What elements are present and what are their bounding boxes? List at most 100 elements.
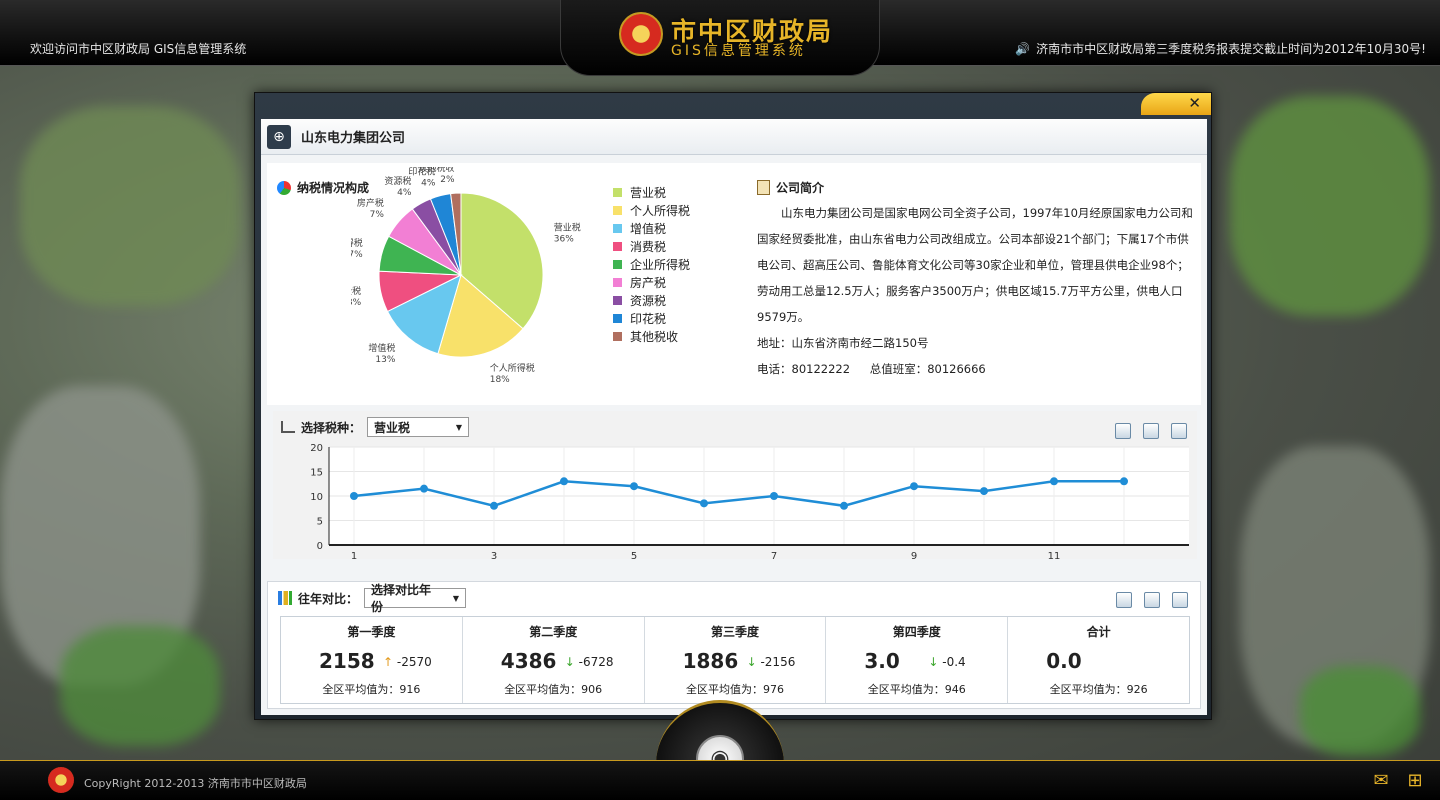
trend-point[interactable] bbox=[910, 482, 918, 491]
print-icon[interactable] bbox=[1144, 592, 1160, 608]
legend-label: 企业所得税 bbox=[630, 257, 691, 272]
quarter-delta: -2570 bbox=[396, 655, 432, 669]
intro-phone: 电话：80122222 bbox=[757, 362, 851, 376]
trend-point[interactable] bbox=[1050, 477, 1058, 486]
quarter-column: 合计 0.0 全区平均值为：926 bbox=[1008, 617, 1189, 703]
company-detail-dialog: ✕ ⊕ 山东电力集团公司 纳税情况构成 营业税 36% 个人所得税 18% 增值税 13%… bbox=[254, 92, 1212, 720]
image-icon[interactable] bbox=[1172, 592, 1188, 608]
speaker-icon: 🔊 bbox=[1015, 41, 1031, 56]
company-name: 山东电力集团公司 bbox=[301, 131, 406, 146]
trend-point[interactable] bbox=[490, 501, 498, 510]
export-icon[interactable] bbox=[1116, 592, 1132, 608]
legend-item[interactable]: 消费税 bbox=[613, 237, 690, 255]
legend-label: 资源税 bbox=[630, 293, 667, 308]
compare-year-select[interactable]: 选择对比年份 ▼ bbox=[364, 583, 467, 614]
print-icon[interactable] bbox=[1143, 423, 1159, 439]
quarter-average: 全区平均值为：926 bbox=[1049, 683, 1148, 696]
quarter-column: 第四季度 3.0 ↓ -0.4 全区平均值为：946 bbox=[826, 617, 1009, 703]
logo-area: 市中区财政局 GIS信息管理系统 bbox=[560, 0, 880, 76]
trend-point[interactable] bbox=[770, 492, 778, 500]
pie-label-pct: 36% bbox=[554, 235, 574, 245]
quarter-column: 第三季度 1886 ↓ -2156 全区平均值为：976 bbox=[645, 617, 827, 703]
pie-label-pct: 4% bbox=[421, 178, 436, 188]
close-icon: ✕ bbox=[1188, 94, 1201, 112]
quarter-header: 第四季度 bbox=[892, 625, 941, 639]
trend-point[interactable] bbox=[420, 484, 428, 493]
quarter-change: ↑ -2570 bbox=[383, 655, 432, 669]
legend-item[interactable]: 房产税 bbox=[613, 273, 690, 291]
quarter-value: 4386 bbox=[500, 649, 557, 673]
quarter-change: ↓ -6728 bbox=[565, 655, 614, 669]
trend-toolbar: 选择税种： 营业税 ▼ bbox=[281, 417, 470, 437]
quarter-delta: -6728 bbox=[578, 655, 614, 669]
grid-icon[interactable]: ⊞ bbox=[1404, 771, 1426, 791]
legend-label: 印花税 bbox=[630, 311, 667, 326]
pie-label-pct: 18% bbox=[490, 375, 510, 385]
compare-actions bbox=[1116, 592, 1188, 608]
intro-contact: 电话：80122222 总值班室：80126666 bbox=[757, 356, 1197, 382]
quarter-column: 第二季度 4386 ↓ -6728 全区平均值为：906 bbox=[463, 617, 645, 703]
pie-label-pct: 7% bbox=[370, 210, 385, 220]
national-emblem-icon bbox=[619, 12, 663, 56]
bar-chart-icon bbox=[278, 591, 292, 605]
legend-swatch bbox=[613, 223, 622, 233]
y-tick-label: 20 bbox=[310, 443, 323, 454]
export-icon[interactable] bbox=[1115, 423, 1131, 439]
chevron-down-icon: ▼ bbox=[452, 593, 460, 603]
quarter-value: 1886 bbox=[682, 649, 739, 673]
notice-marquee[interactable]: 🔊 济南市市中区财政局第三季度税务报表提交截止时间为2012年10月30号! bbox=[1015, 40, 1426, 57]
legend-item[interactable]: 其他税收 bbox=[613, 327, 690, 345]
tax-type-select[interactable]: 营业税 ▼ bbox=[367, 417, 470, 437]
trend-point[interactable] bbox=[630, 482, 638, 491]
trend-point[interactable] bbox=[700, 499, 708, 508]
y-tick-label: 10 bbox=[310, 492, 323, 503]
company-title-bar: ⊕ 山东电力集团公司 bbox=[261, 119, 1207, 155]
image-icon[interactable] bbox=[1171, 423, 1187, 439]
legend-item[interactable]: 个人所得税 bbox=[613, 201, 690, 219]
close-button[interactable]: ✕ bbox=[1141, 93, 1211, 115]
arrow-down-icon: ↓ bbox=[564, 655, 579, 669]
x-tick-label: 7 bbox=[771, 551, 777, 559]
quarter-header: 第三季度 bbox=[710, 625, 759, 639]
quarter-value: 3.0 bbox=[864, 649, 900, 673]
quarter-comparison-table: 第一季度 2158 ↑ -2570 全区平均值为：916 第二季度 4386 ↓ -6728… bbox=[280, 616, 1190, 704]
trend-point[interactable] bbox=[350, 492, 358, 500]
quarter-delta: -2156 bbox=[760, 655, 796, 669]
legend-item[interactable]: 印花税 bbox=[613, 309, 690, 327]
legend-swatch bbox=[613, 313, 622, 323]
legend-label: 消费税 bbox=[630, 239, 667, 254]
legend-swatch bbox=[613, 205, 622, 215]
intro-paragraph: 山东电力集团公司是国家电网公司全资子公司，1997年10月经原国家电力公司和国家… bbox=[757, 206, 1193, 324]
trend-point[interactable] bbox=[1120, 477, 1128, 486]
trend-point[interactable] bbox=[980, 487, 988, 496]
pie-label-name: 增值税 bbox=[368, 342, 395, 354]
intro-title-label: 公司简介 bbox=[776, 181, 825, 195]
intro-duty: 总值班室：80126666 bbox=[869, 362, 986, 376]
company-intro: 公司简介 山东电力集团公司是国家电网公司全资子公司，1997年10月经原国家电力… bbox=[757, 179, 1197, 382]
legend-item[interactable]: 资源税 bbox=[613, 291, 690, 309]
legend-item[interactable]: 企业所得税 bbox=[613, 255, 690, 273]
pie-label-pct: 4% bbox=[397, 188, 412, 198]
y-tick-label: 5 bbox=[317, 517, 323, 528]
pie-label-name: 其他税收 bbox=[419, 167, 455, 174]
trend-panel: 选择税种： 营业税 ▼ 0 5 10 15 20 1 3 5 7 9 11 bbox=[273, 411, 1197, 559]
mail-icon[interactable]: ✉ bbox=[1370, 771, 1392, 791]
trend-point[interactable] bbox=[560, 477, 568, 486]
tax-pie-chart: 营业税36%个人所得税18%增值税13%消费税8%企业所得税7%房产税7%资源税… bbox=[351, 167, 581, 385]
pie-label-pct: 13% bbox=[375, 355, 395, 365]
company-logo-icon: ⊕ bbox=[267, 124, 291, 149]
quarter-value: 2158 bbox=[319, 649, 375, 673]
arrow-up-icon: ↑ bbox=[383, 655, 397, 669]
legend-swatch bbox=[613, 277, 622, 287]
legend-item[interactable]: 营业税 bbox=[613, 183, 690, 201]
arrow-down-icon: ↓ bbox=[928, 655, 943, 669]
quarter-value: 0.0 bbox=[1046, 649, 1082, 673]
quarter-delta: -0.4 bbox=[942, 655, 966, 669]
pie-label-pct: 2% bbox=[440, 175, 455, 185]
quarter-change: ↓ -0.4 bbox=[928, 655, 965, 669]
pie-label-name: 资源税 bbox=[384, 175, 411, 187]
legend-swatch bbox=[613, 295, 622, 305]
trend-point[interactable] bbox=[840, 501, 848, 510]
legend-item[interactable]: 增值税 bbox=[613, 219, 690, 237]
legend-label: 个人所得税 bbox=[630, 203, 691, 218]
